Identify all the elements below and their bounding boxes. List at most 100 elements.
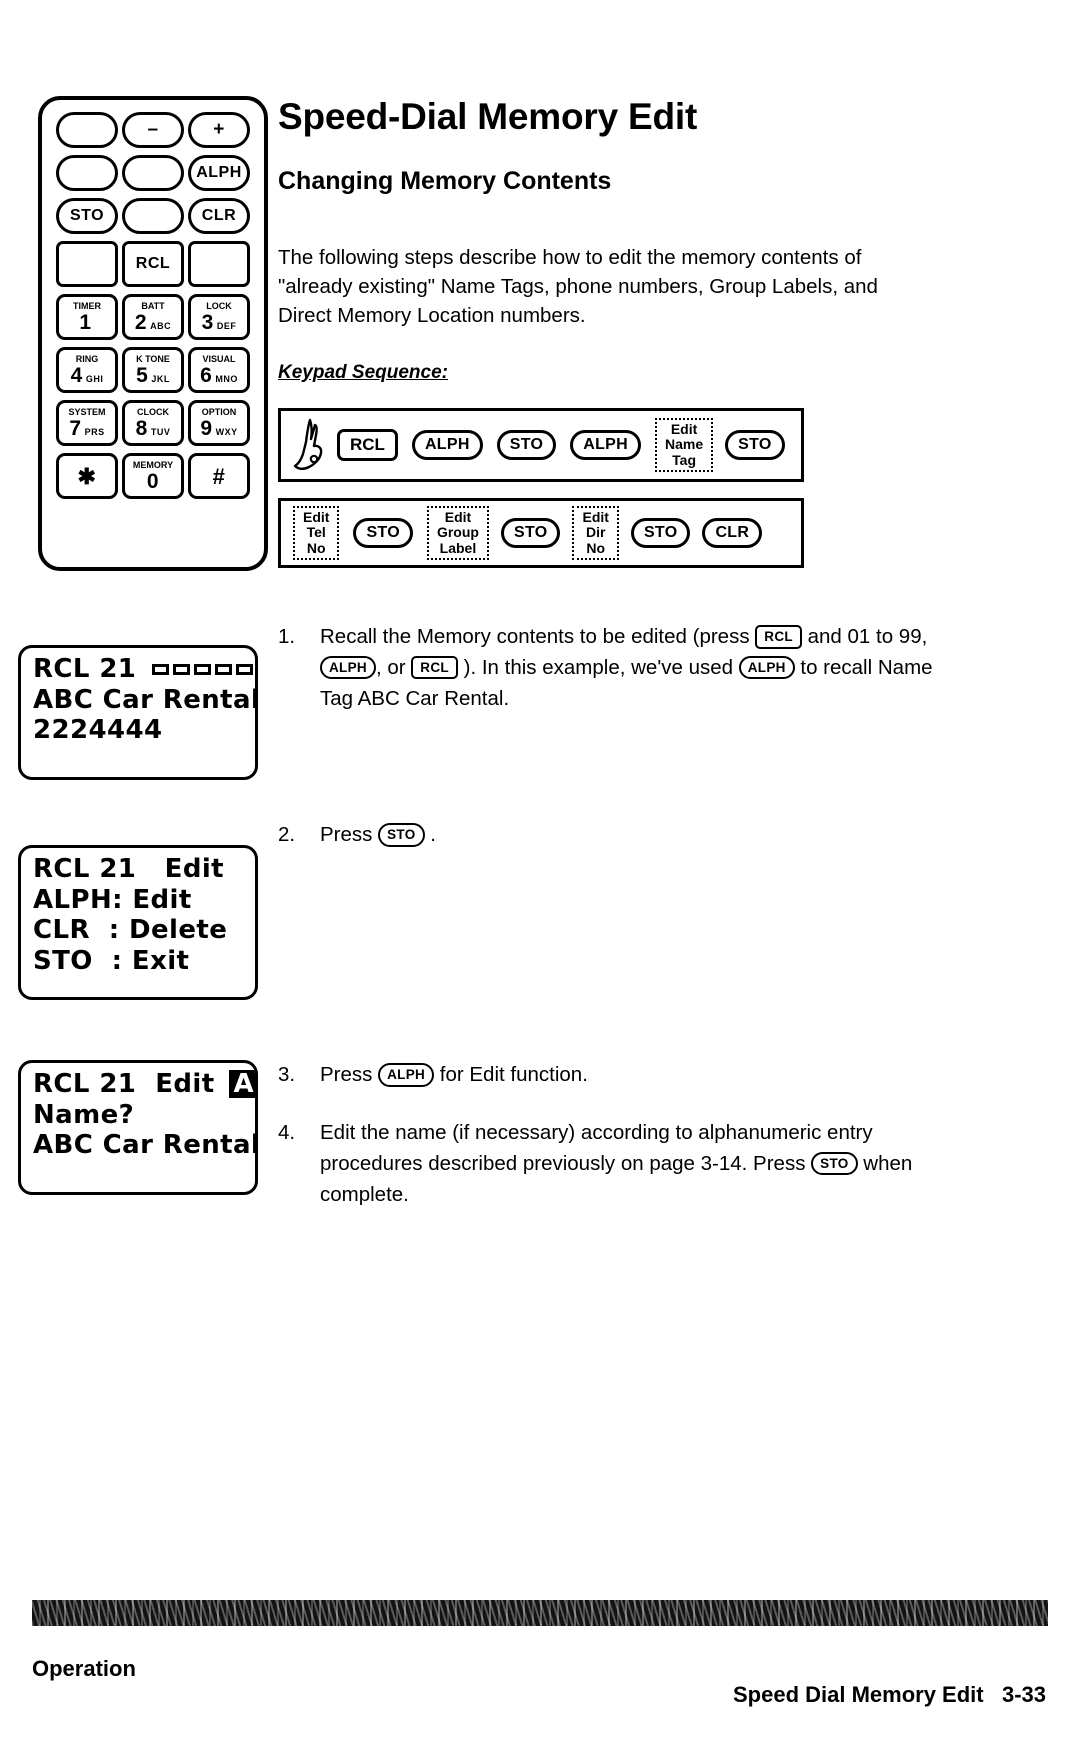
step-item: 1. Recall the Memory contents to be edit…: [278, 622, 938, 714]
key-function-label: BATT: [141, 301, 165, 311]
step-text: Recall the Memory contents to be edited …: [320, 622, 938, 714]
inline-key-alph-3: ALPH: [378, 1063, 435, 1087]
keypad-row-3: STO CLR: [56, 198, 250, 234]
display-edit-menu: RCL 21 Edit ALPH: Edit CLR : Delete STO …: [18, 845, 258, 1000]
key-digit: 4: [70, 364, 83, 387]
display-recalled-memory: RCL 21 ABC Car Rental 2224444: [18, 645, 258, 780]
step-item: 3. Press ALPH for Edit function.: [278, 1060, 918, 1091]
key-4-ring: RING 4 GHI: [56, 347, 118, 393]
key-6-visual: VISUAL 6 MNO: [188, 347, 250, 393]
key-digit: 2: [134, 311, 148, 334]
keypad-sequence-label: Keypad Sequence:: [278, 362, 448, 383]
key-alph: ALPH: [188, 155, 250, 191]
step-text: Press ALPH for Edit function.: [320, 1060, 918, 1091]
key-0-memory: MEMORY 0: [122, 453, 184, 499]
step-number: 4.: [278, 1121, 296, 1144]
key-star: ✱: [56, 453, 118, 499]
key-digit-group: 4 GHI: [71, 365, 104, 386]
signal-segment-indicator: [152, 663, 254, 675]
inline-key-alph: ALPH: [320, 655, 376, 680]
key-blank-6: [188, 241, 250, 287]
key-digit: 1: [79, 311, 92, 334]
seq1-action-edit-name-tag-label: Edit Name Tag: [655, 418, 714, 472]
key-letters: MNO: [215, 374, 238, 384]
step-text: Press STO .: [320, 820, 918, 851]
key-function-label: CLOCK: [137, 407, 169, 417]
key-pound: #: [188, 453, 250, 499]
key-function-label: SYSTEM: [68, 407, 106, 417]
keypad-sequence-row-1: RCL ALPH STO ALPH Edit Name Tag STO: [278, 408, 804, 482]
key-function-label: TIMER: [73, 301, 101, 311]
intro-paragraph: The following steps describe how to edit…: [278, 246, 878, 328]
key-blank-3: [122, 155, 184, 191]
seq2-key-sto-2-label: STO: [500, 518, 561, 548]
numpad-row-3: SYSTEM 7 PRS CLOCK 8 TUV OPTION 9 WXY: [56, 400, 250, 446]
step-text-fragment: Press: [320, 1063, 379, 1086]
key-digit: 5: [136, 364, 149, 387]
step-text-fragment: Press: [320, 823, 379, 846]
keypad-row-1: – +: [56, 112, 250, 148]
key-sto: STO: [56, 198, 118, 234]
seq2-key-sto-1: STO: [353, 518, 413, 548]
numpad-row-1: TIMER 1 BATT 2 ABC LOCK 3 DEF: [56, 294, 250, 340]
seq2-key-sto-1-label: STO: [353, 518, 413, 548]
key-volume-down: –: [122, 112, 184, 148]
seq1-key-alph-1-label: ALPH: [411, 430, 483, 460]
seq2-key-sto-3: STO: [630, 518, 691, 548]
display-line: ABC Car Rental: [33, 1130, 255, 1161]
display-line-3: 2224444: [33, 715, 163, 746]
keypad-row-4: RCL: [56, 241, 250, 287]
inline-key-rcl-2: RCL: [411, 655, 458, 680]
key-function-label: K TONE: [136, 354, 170, 364]
display-line: RCL 21: [33, 654, 255, 685]
key-digit: 9: [200, 417, 213, 440]
seq2-action-edit-group-label: Edit Group Label: [426, 506, 489, 560]
key-function-label: RING: [75, 354, 99, 364]
alpha-mode-indicator: A: [228, 1070, 255, 1098]
key-digit: 8: [135, 417, 148, 440]
page-title: Speed-Dial Memory Edit: [278, 96, 698, 137]
key-label: –: [147, 119, 159, 140]
step-text-fragment: for Edit function.: [434, 1063, 588, 1086]
key-clr: CLR: [188, 198, 250, 234]
seq2-key-sto-2: STO: [500, 518, 561, 548]
key-letters: TUV: [150, 427, 171, 437]
key-digit-group: 7 PRS: [69, 418, 104, 439]
key-digit: 0: [146, 470, 160, 493]
manual-page: – + ALPH STO CLR RCL TIMER 1 BATT 2ABC: [0, 0, 1080, 1755]
seq2-action-edit-dir-no-label: Edit Dir No: [572, 506, 619, 560]
key-blank-2: [56, 155, 118, 191]
display-line-3: CLR : Delete: [33, 915, 228, 946]
key-9-option: OPTION 9 WXY: [188, 400, 250, 446]
seq2-action-edit-tel-no: Edit Tel No: [293, 506, 340, 560]
inline-key-alph-2: ALPH: [738, 655, 795, 680]
key-digit-group: 9 WXY: [200, 418, 237, 439]
key-digit-group: 1: [79, 312, 94, 333]
display-line-2: ABC Car Rental: [33, 684, 258, 715]
key-2-batt: BATT 2 ABC: [122, 294, 184, 340]
key-1-timer: TIMER 1: [56, 294, 118, 340]
key-function-label: LOCK: [206, 301, 232, 311]
key-label: STO: [69, 207, 105, 224]
seq1-key-alph-1: ALPH: [411, 430, 483, 460]
seq1-key-rcl: RCL: [337, 428, 398, 462]
key-digit: 6: [200, 364, 213, 387]
key-digit-group: 0: [147, 471, 159, 492]
seq1-key-sto-2-label: STO: [725, 430, 785, 460]
step-number: 3.: [278, 1063, 296, 1086]
key-7-system: SYSTEM 7 PRS: [56, 400, 118, 446]
numpad-row-4: ✱ MEMORY 0 #: [56, 453, 250, 499]
section-heading: Changing Memory Contents: [278, 167, 612, 195]
key-digit: #: [212, 464, 226, 489]
seq2-action-edit-tel-no-label: Edit Tel No: [293, 506, 340, 560]
seq1-key-sto: STO: [496, 430, 557, 460]
footer-section-label: Operation: [32, 1656, 136, 1681]
footer-rule: [32, 1600, 1048, 1626]
inline-key-sto-2: STO: [811, 1151, 858, 1176]
page-number: 3-33: [1001, 1682, 1046, 1707]
seq1-key-sto-2: STO: [725, 430, 785, 460]
display-line-1: RCL 21: [33, 654, 137, 684]
key-blank-1: [56, 112, 118, 148]
key-function-label: VISUAL: [202, 354, 236, 364]
key-letters: DEF: [216, 321, 237, 331]
